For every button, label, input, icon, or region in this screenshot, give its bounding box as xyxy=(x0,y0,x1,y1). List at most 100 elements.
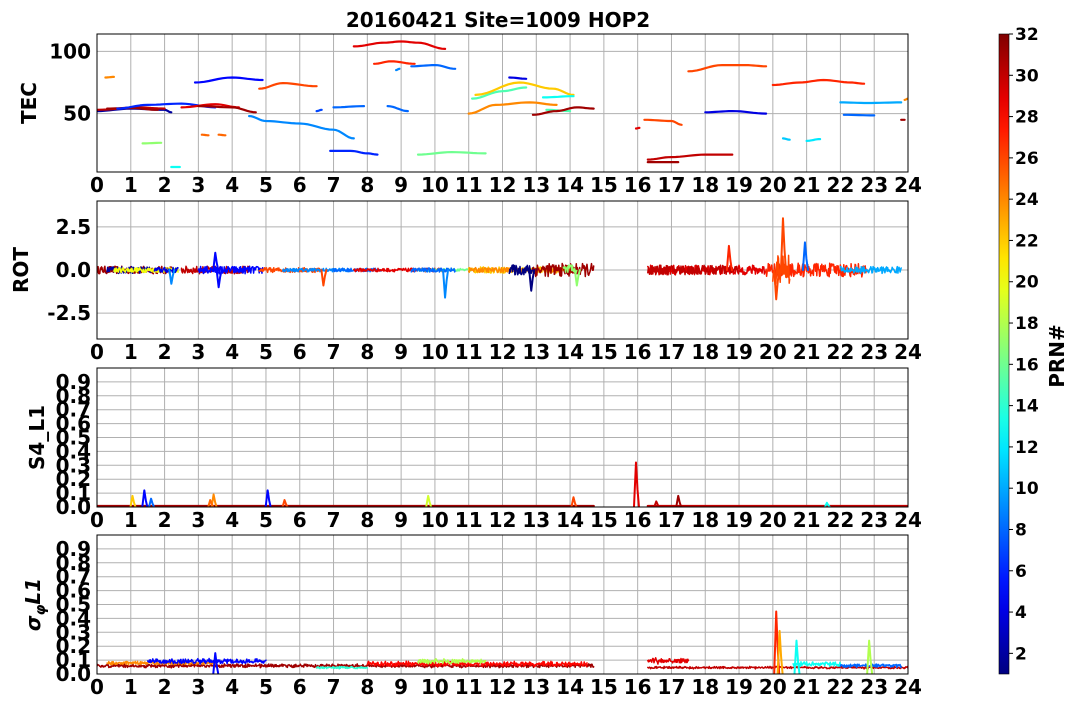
trace-prn-1 xyxy=(508,264,538,276)
x-tick-label: 20 xyxy=(759,508,787,532)
grid xyxy=(96,34,909,172)
trace-prn-31 xyxy=(532,262,595,278)
series-prn-26 xyxy=(643,118,683,126)
series-prn-13 xyxy=(541,95,575,99)
colorbar-tick-label: 24 xyxy=(1015,190,1039,210)
spike-prn-13 xyxy=(793,639,801,674)
x-tick-label: 24 xyxy=(894,508,922,532)
x-tick-label: 15 xyxy=(590,173,618,197)
series-prn-10 xyxy=(839,101,903,105)
series-prn-15 xyxy=(471,86,528,100)
x-tick-label: 6 xyxy=(293,173,307,197)
x-tick-label: 0 xyxy=(90,508,104,532)
y-tick-label: 100 xyxy=(49,39,91,63)
spike-prn-5 xyxy=(212,652,220,674)
plot-area xyxy=(97,217,902,301)
x-tick-label: 4 xyxy=(225,173,239,197)
x-tick-label: 8 xyxy=(360,173,374,197)
series-prn-27 xyxy=(771,78,866,87)
x-tick-label: 22 xyxy=(826,340,854,364)
x-tick-label: 5 xyxy=(259,675,273,699)
y-tick-label: 0.9 xyxy=(56,370,91,394)
x-tick-label: 20 xyxy=(759,340,787,364)
series-prn-8 xyxy=(410,63,457,70)
series-prn-24 xyxy=(903,97,908,101)
y-tick-label: 50 xyxy=(63,102,91,126)
series-prn-16 xyxy=(416,151,487,156)
x-tick-label: 24 xyxy=(894,173,922,197)
x-tick-label: 17 xyxy=(658,173,686,197)
x-tick-label: 19 xyxy=(725,340,753,364)
x-tick-label: 7 xyxy=(327,675,341,699)
chart-title: 20160421 Site=1009 HOP2 xyxy=(346,8,650,32)
x-tick-label: 11 xyxy=(455,340,483,364)
x-tick-label: 23 xyxy=(860,675,888,699)
y-axis-label: ROT xyxy=(9,247,33,293)
x-tick-label: 17 xyxy=(658,340,686,364)
x-tick-label: 4 xyxy=(225,508,239,532)
x-tick-label: 1 xyxy=(124,675,138,699)
x-tick-label: 11 xyxy=(455,675,483,699)
panel-s4: 0 1 2 3 4 5 6 7 8 9 10 11 12 13 14 15 16 17 18 19 20 21 22 23 24… xyxy=(25,367,922,532)
x-tick-label: 15 xyxy=(590,675,618,699)
series-prn-26 xyxy=(258,82,318,90)
x-tick-label: 6 xyxy=(293,508,307,532)
x-tick-label: 18 xyxy=(691,508,719,532)
series-prn-9 xyxy=(248,115,355,140)
x-tick-label: 21 xyxy=(793,173,821,197)
x-tick-label: 13 xyxy=(522,340,550,364)
series-prn-6 xyxy=(329,149,379,156)
x-tick-label: 11 xyxy=(455,173,483,197)
x-tick-label: 21 xyxy=(793,340,821,364)
x-tick-label: 4 xyxy=(225,340,239,364)
x-tick-label: 23 xyxy=(860,340,888,364)
series-prn-11 xyxy=(781,137,791,141)
x-tick-label: 13 xyxy=(522,675,550,699)
x-tick-label: 22 xyxy=(826,508,854,532)
x-tick-label: 7 xyxy=(327,173,341,197)
colorbar: 2468101214161820222426283032PRN# xyxy=(998,25,1069,675)
colorbar-tick-label: 4 xyxy=(1015,603,1027,623)
x-tick-label: 10 xyxy=(421,173,449,197)
x-tick-label: 11 xyxy=(455,508,483,532)
x-tick-label: 9 xyxy=(394,675,408,699)
series-prn-8 xyxy=(842,113,876,117)
series-prn-17 xyxy=(141,141,163,145)
x-tick-label: 1 xyxy=(124,173,138,197)
x-tick-label: 1 xyxy=(124,340,138,364)
series-prn-31 xyxy=(197,105,257,114)
x-tick-label: 15 xyxy=(590,508,618,532)
x-tick-label: 21 xyxy=(793,675,821,699)
x-tick-label: 9 xyxy=(394,173,408,197)
series-prn-27 xyxy=(373,60,416,65)
colorbar-tick-label: 30 xyxy=(1015,66,1039,86)
x-tick-label: 14 xyxy=(556,173,584,197)
x-tick-label: 15 xyxy=(590,340,618,364)
series-prn-24 xyxy=(467,101,558,115)
trace-prn-13 xyxy=(792,661,842,668)
x-tick-label: 12 xyxy=(489,675,517,699)
colorbar-tick-label: 10 xyxy=(1015,479,1039,499)
series-prn-29 xyxy=(634,126,641,130)
x-tick-label: 16 xyxy=(624,508,652,532)
y-tick-label: 0.0 xyxy=(56,258,91,282)
x-tick-label: 13 xyxy=(522,173,550,197)
series-prn-7 xyxy=(315,108,323,113)
x-tick-label: 17 xyxy=(658,508,686,532)
x-tick-label: 8 xyxy=(360,675,374,699)
x-tick-label: 4 xyxy=(225,675,239,699)
x-tick-label: 14 xyxy=(556,675,584,699)
x-tick-label: 12 xyxy=(489,508,517,532)
series-prn-8 xyxy=(386,105,409,113)
x-tick-label: 5 xyxy=(259,173,273,197)
x-tick-label: 19 xyxy=(725,173,753,197)
x-tick-label: 14 xyxy=(556,508,584,532)
panel-sigma: 0 1 2 3 4 5 6 7 8 9 10 11 12 13 14 15 16 17 18 19 20 21 22 23 24… xyxy=(21,534,922,699)
colorbar-tick-label: 26 xyxy=(1015,149,1039,169)
x-tick-label: 19 xyxy=(725,675,753,699)
x-tick-label: 7 xyxy=(327,340,341,364)
y-axis-label: TEC xyxy=(17,82,41,124)
x-tick-label: 12 xyxy=(489,173,517,197)
series-prn-4 xyxy=(508,76,528,80)
colorbar-gradient xyxy=(998,33,1010,675)
